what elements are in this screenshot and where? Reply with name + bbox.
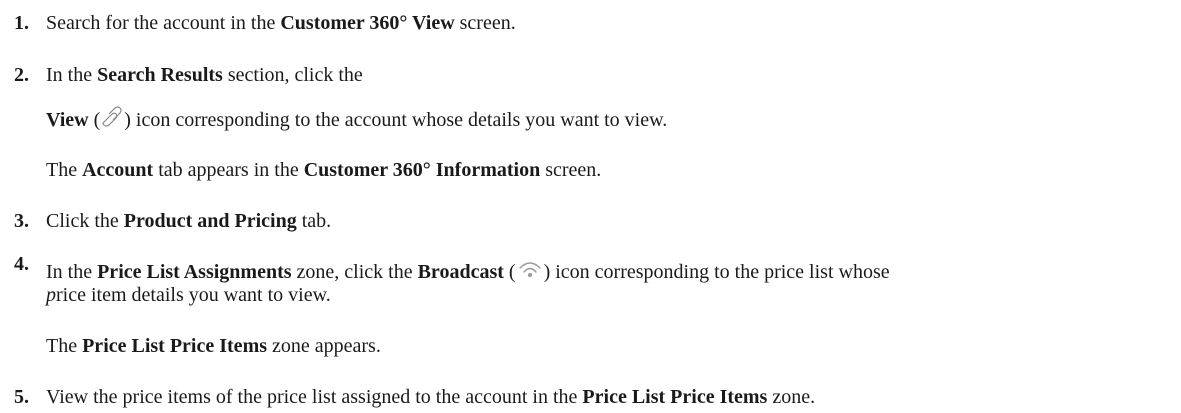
step-2-result: The Account tab appears in the Customer … — [46, 159, 602, 181]
step-2-continuation: View () icon corresponding to the accoun… — [46, 106, 1151, 136]
link-icon[interactable] — [101, 106, 123, 136]
step-number: 5. — [14, 386, 29, 408]
step-4-continuation: price item details you want to view. — [46, 284, 331, 306]
step-4-result: The Price List Price Items zone appears. — [46, 335, 381, 357]
step-text: Click the Product and Pricing tab. — [46, 210, 332, 232]
step-text: In the Search Results section, click the — [46, 64, 363, 86]
step-number: 1. — [14, 12, 29, 34]
step-text: View the price items of the price list a… — [46, 386, 816, 408]
step-number: 3. — [14, 210, 29, 232]
step-text: Search for the account in the Customer 3… — [46, 12, 516, 34]
step-number: 4. — [14, 253, 29, 275]
step-number: 2. — [14, 64, 29, 86]
